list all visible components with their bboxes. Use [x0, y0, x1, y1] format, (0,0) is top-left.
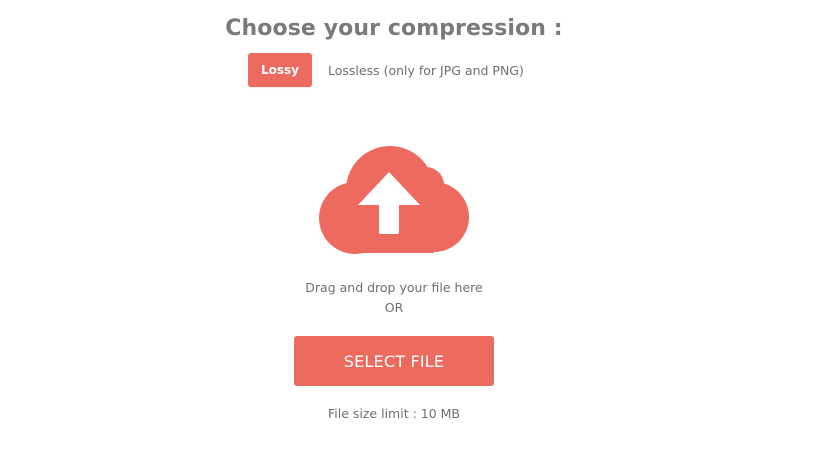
drag-drop-text: Drag and drop your file here [305, 280, 483, 295]
or-text: OR [384, 300, 404, 315]
select-file-button[interactable]: SELECT FILE [294, 336, 494, 386]
lossy-option-button[interactable]: Lossy [248, 53, 312, 87]
file-size-limit: File size limit : 10 MB [328, 406, 460, 421]
page-title: Choose your compression : [225, 16, 563, 41]
cloud-upload-icon[interactable] [318, 144, 470, 254]
compression-options: Lossy Lossless (only for JPG and PNG) [248, 53, 524, 87]
drop-instructions: Drag and drop your file here OR [0, 278, 788, 318]
lossless-option[interactable]: Lossless (only for JPG and PNG) [328, 63, 524, 78]
